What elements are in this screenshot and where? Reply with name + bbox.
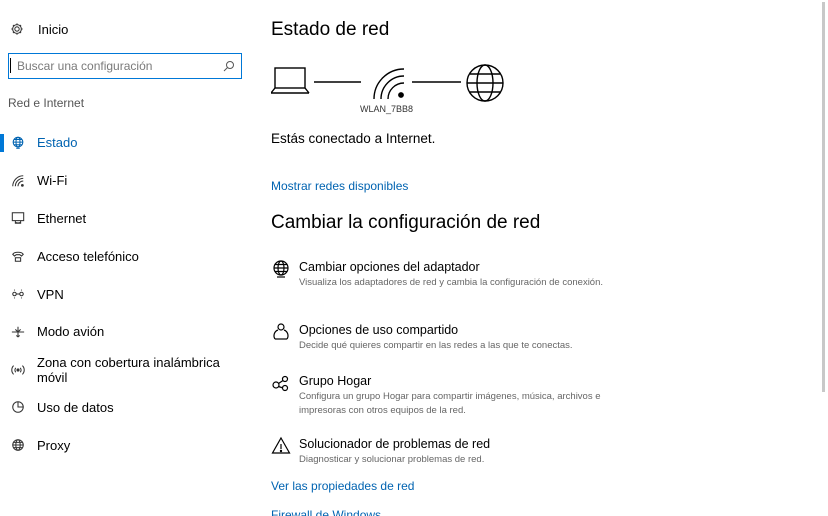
sharing-icon <box>271 322 291 342</box>
home-link[interactable]: Inicio <box>10 19 68 39</box>
sidebar-item-label: Zona con cobertura inalámbrica móvil <box>37 354 220 385</box>
search-box[interactable] <box>8 53 242 79</box>
sidebar-item-zona-cobertura[interactable]: Zona con cobertura inalámbrica móvil <box>0 351 250 389</box>
search-input[interactable] <box>17 59 223 73</box>
data-usage-icon <box>11 400 25 414</box>
gear-icon <box>11 23 23 35</box>
ethernet-icon <box>11 211 25 225</box>
sidebar-item-estado[interactable]: Estado <box>0 124 250 162</box>
sidebar-item-vpn[interactable]: VPN <box>0 275 250 313</box>
sidebar-item-uso-datos[interactable]: Uso de datos <box>0 389 250 427</box>
sidebar-item-label: VPN <box>37 286 64 302</box>
option-description: Decide qué quieres compartir en las rede… <box>299 340 573 351</box>
option-homegroup[interactable]: Grupo Hogar Configura un grupo Hogar par… <box>271 373 631 418</box>
adapter-globe-icon <box>271 259 291 279</box>
sidebar-item-label: Estado <box>37 135 78 151</box>
section-title-change-settings: Cambiar la configuración de red <box>271 212 541 233</box>
internet-globe-icon <box>466 64 504 102</box>
dialup-icon <box>11 249 25 263</box>
sidebar-item-label: Proxy <box>37 437 71 453</box>
vertical-scrollbar[interactable] <box>818 0 828 516</box>
sidebar-nav: Estado Wi-Fi Ethernet Acceso telefónico … <box>0 124 250 464</box>
connection-status: Estás conectado a Internet. <box>271 131 436 146</box>
option-title: Solucionador de problemas de red <box>299 437 491 451</box>
warning-icon <box>271 436 291 456</box>
airplane-icon <box>11 325 25 339</box>
search-icon[interactable] <box>223 60 235 72</box>
sidebar-item-label: Wi-Fi <box>37 173 68 189</box>
sidebar: Inicio Red e Internet Estado Wi-Fi <box>0 0 250 516</box>
option-title: Grupo Hogar <box>299 374 372 388</box>
proxy-globe-icon <box>11 438 25 452</box>
page-title: Estado de red <box>271 19 390 40</box>
option-description: Visualiza los adaptadores de red y cambi… <box>299 277 604 288</box>
sidebar-item-acceso-telefonico[interactable]: Acceso telefónico <box>0 237 250 275</box>
sidebar-item-label: Modo avión <box>37 324 105 340</box>
show-networks-link[interactable]: Mostrar redes disponibles <box>271 179 408 193</box>
sidebar-item-wifi[interactable]: Wi-Fi <box>0 162 250 200</box>
scrollbar-thumb[interactable] <box>822 2 825 392</box>
wifi-icon <box>373 68 405 100</box>
option-title: Opciones de uso compartido <box>299 323 459 337</box>
sidebar-item-modo-avion[interactable]: Modo avión <box>0 313 250 351</box>
sidebar-item-proxy[interactable]: Proxy <box>0 426 250 464</box>
network-ssid: WLAN_7BB8 <box>360 104 414 114</box>
firewall-link[interactable]: Firewall de Windows <box>271 508 381 516</box>
sidebar-item-label: Ethernet <box>37 210 87 226</box>
wifi-icon <box>11 174 25 188</box>
network-properties-link[interactable]: Ver las propiedades de red <box>271 479 414 493</box>
sidebar-item-ethernet[interactable]: Ethernet <box>0 200 250 238</box>
option-sharing[interactable]: Opciones de uso compartido Decide qué qu… <box>271 322 631 353</box>
main-content: Estado de red WLAN_7BB8 Estás conectado … <box>271 0 811 516</box>
sidebar-item-label: Uso de datos <box>37 399 114 415</box>
option-description: Diagnosticar y solucionar problemas de r… <box>299 454 485 465</box>
option-description: Configura un grupo Hogar para compartir … <box>299 391 601 416</box>
text-caret <box>10 58 11 73</box>
option-title: Cambiar opciones del adaptador <box>299 260 480 274</box>
globe-icon <box>11 136 25 150</box>
laptop-icon <box>271 67 310 94</box>
section-label: Red e Internet <box>8 96 85 110</box>
homegroup-icon <box>271 373 291 393</box>
hotspot-icon <box>11 363 25 377</box>
home-label: Inicio <box>38 21 69 37</box>
sidebar-item-label: Acceso telefónico <box>37 248 139 264</box>
vpn-icon <box>11 287 25 301</box>
option-troubleshooter[interactable]: Solucionador de problemas de red Diagnos… <box>271 436 631 467</box>
option-adapter[interactable]: Cambiar opciones del adaptador Visualiza… <box>271 259 631 290</box>
